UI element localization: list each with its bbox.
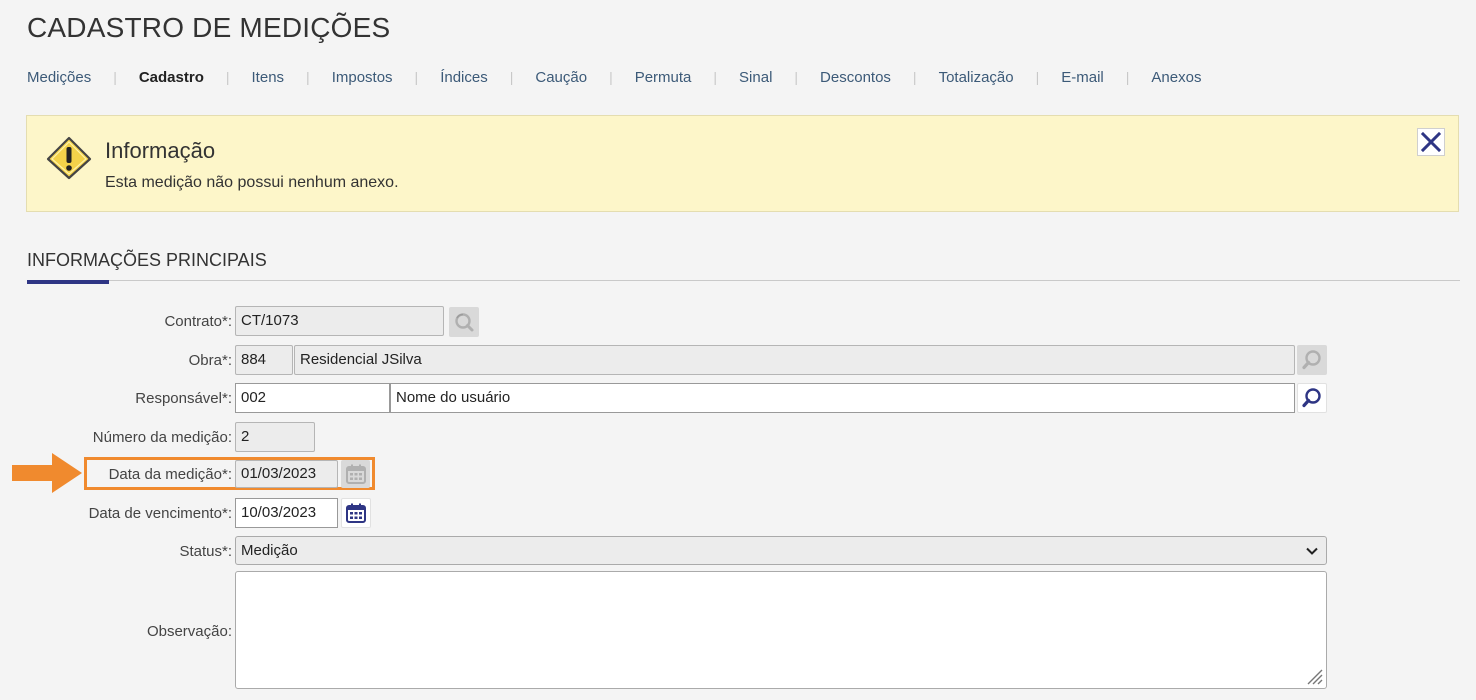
resize-handle-icon[interactable]	[1302, 664, 1324, 686]
search-refresh-icon	[455, 313, 474, 332]
data-vencimento-calendar-button[interactable]	[341, 498, 371, 528]
tab-separator: |	[306, 69, 310, 85]
observacao-label: Observação:	[146, 623, 232, 640]
tab-totalizacao[interactable]: Totalização	[939, 69, 1014, 86]
alert-message: Esta medição não possui nenhum anexo.	[105, 174, 399, 191]
alert-close-button[interactable]	[1417, 128, 1445, 156]
tab-cadastro[interactable]: Cadastro	[139, 69, 204, 86]
tab-separator: |	[113, 69, 117, 85]
numero-label: Número da medição:	[92, 429, 232, 446]
calendar-icon	[345, 464, 366, 484]
data-vencimento-field[interactable]: 10/03/2023	[235, 498, 338, 528]
numero-field: 2	[235, 422, 315, 452]
obra-search-button	[1297, 345, 1327, 375]
tab-e-mail[interactable]: E-mail	[1061, 69, 1104, 86]
tab-separator: |	[1035, 69, 1040, 85]
tab-separator: |	[609, 69, 613, 85]
tab-separator: |	[414, 69, 419, 85]
tab-separator: |	[509, 69, 514, 85]
tab-sinal[interactable]: Sinal	[739, 69, 772, 86]
section-accent-bar	[27, 280, 109, 284]
obra-label: Obra*:	[188, 352, 232, 369]
tab-descontos[interactable]: Descontos	[820, 69, 891, 86]
info-alert: Informação Esta medição não possui nenhu…	[26, 115, 1459, 212]
tab-separator: |	[713, 69, 718, 85]
tab-separator: |	[912, 69, 917, 85]
tab-indices[interactable]: Índices	[440, 69, 488, 86]
tab-separator: |	[794, 69, 799, 85]
responsavel-search-button[interactable]	[1297, 383, 1327, 413]
responsavel-name-field[interactable]: Nome do usuário	[390, 383, 1295, 413]
status-selected-value: Medição	[241, 542, 298, 559]
data-medicao-calendar-button	[341, 460, 370, 488]
tab-separator: |	[225, 69, 230, 85]
close-icon	[1420, 131, 1442, 153]
contrato-label: Contrato*:	[164, 313, 232, 330]
chevron-down-icon	[1306, 547, 1318, 555]
tab-itens[interactable]: Itens	[252, 69, 285, 86]
tab-caucao[interactable]: Caução	[535, 69, 587, 86]
tab-impostos[interactable]: Impostos	[332, 69, 393, 86]
tab-separator: |	[1125, 69, 1130, 85]
responsavel-code-field[interactable]: 002	[235, 383, 390, 413]
tab-bar: Medições | Cadastro | Itens | Impostos | Índices…	[27, 66, 1201, 88]
alert-title: Informação	[105, 138, 216, 163]
tab-medicoes[interactable]: Medições	[27, 69, 91, 86]
contrato-search-button	[449, 307, 479, 337]
search-icon	[1302, 350, 1321, 370]
warning-icon	[46, 136, 92, 180]
highlight-arrow-icon	[12, 453, 82, 493]
tab-permuta[interactable]: Permuta	[635, 69, 692, 86]
observacao-textarea[interactable]	[235, 571, 1327, 689]
page-title: CADASTRO DE MEDIÇÕES	[27, 12, 391, 43]
data-medicao-field: 01/03/2023	[235, 460, 338, 488]
data-medicao-label: Data da medição*:	[108, 466, 232, 483]
obra-name-field: Residencial JSilva	[294, 345, 1295, 375]
data-vencimento-label: Data de vencimento*:	[88, 505, 232, 522]
status-label: Status*:	[179, 543, 232, 560]
responsavel-label: Responsável*:	[135, 390, 232, 407]
section-divider	[27, 280, 1460, 281]
tab-anexos[interactable]: Anexos	[1151, 69, 1201, 86]
contrato-field: CT/1073	[235, 306, 444, 336]
calendar-icon	[346, 503, 366, 523]
status-select[interactable]: Medição	[235, 536, 1327, 565]
obra-code-field: 884	[235, 345, 293, 375]
search-icon	[1302, 388, 1321, 408]
section-title: INFORMAÇÕES PRINCIPAIS	[27, 250, 267, 270]
